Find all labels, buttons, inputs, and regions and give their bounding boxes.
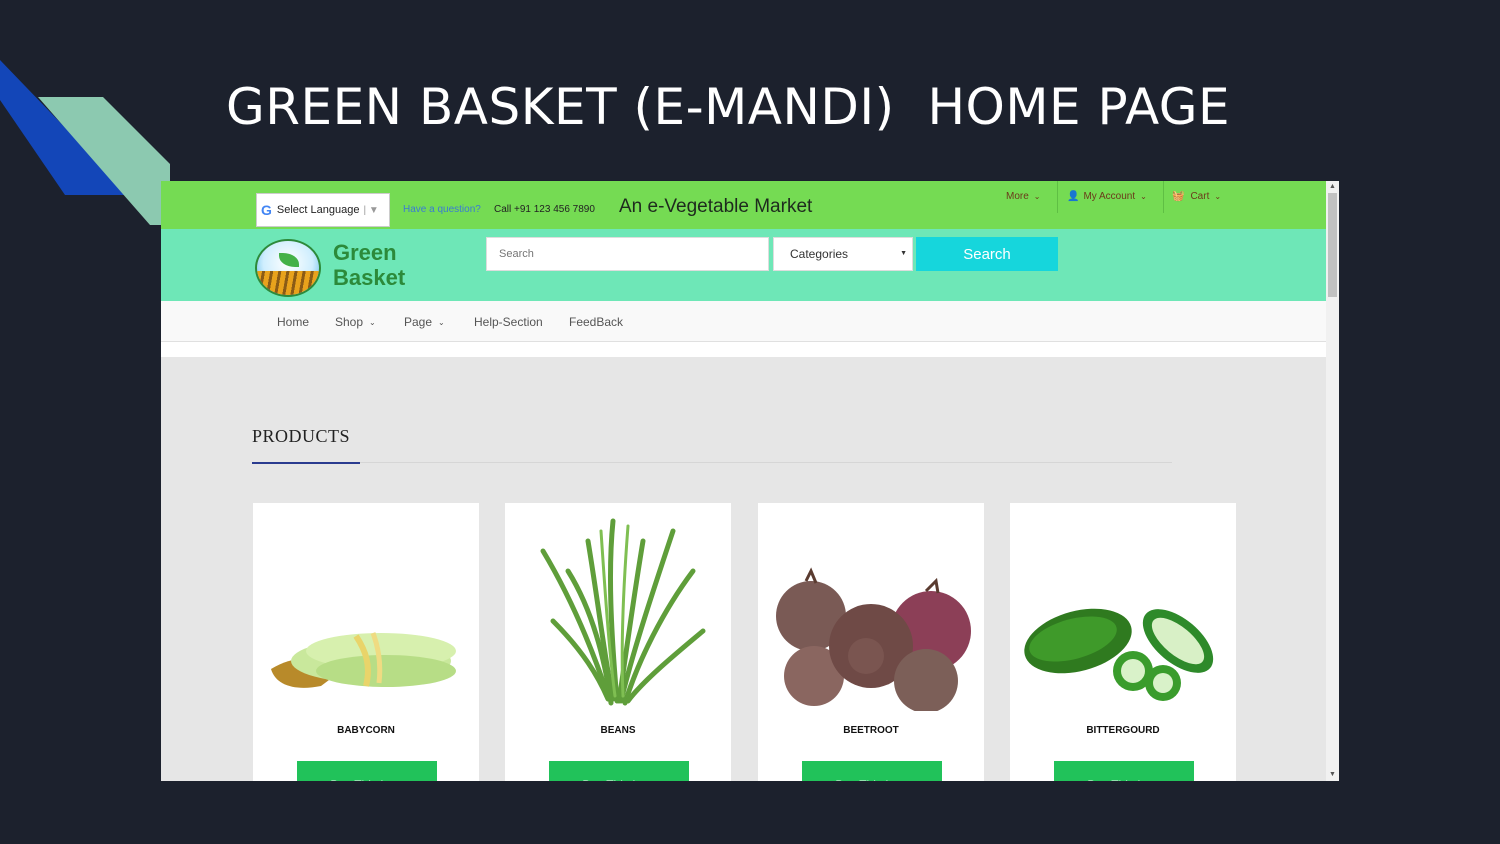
- product-card-beetroot[interactable]: BEETROOT Buy This Item: [758, 503, 984, 781]
- menu-my-account-label: My Account: [1083, 191, 1136, 202]
- product-name: BEETROOT: [843, 725, 899, 736]
- product-name: BABYCORN: [337, 725, 395, 736]
- menu-more[interactable]: More ⌄: [1006, 191, 1041, 202]
- chevron-down-icon: ⌄: [369, 317, 376, 327]
- nav-shop[interactable]: Shop ⌄: [335, 315, 376, 329]
- product-card-bittergourd[interactable]: BITTERGOURD Buy This Item: [1010, 503, 1236, 781]
- chevron-down-icon: ⌄: [1033, 192, 1041, 201]
- menu-my-account[interactable]: 👤 My Account ⌄: [1067, 191, 1147, 202]
- basket-icon: 🧺: [1172, 191, 1185, 202]
- products-heading: PRODUCTS: [252, 426, 351, 446]
- buy-item-button[interactable]: Buy This Item: [549, 761, 689, 781]
- main-nav: Home Shop ⌄ Page ⌄ Help-Section FeedBack: [161, 301, 1326, 342]
- bittergourd-image: [1024, 608, 1214, 701]
- logo-line-green: Green: [333, 240, 397, 265]
- logo-icon[interactable]: [255, 239, 321, 297]
- language-label: Select Language: [276, 204, 360, 216]
- top-bar: G Select Language | ▼ Have a question? C…: [161, 181, 1326, 229]
- nav-feedback[interactable]: FeedBack: [569, 315, 623, 329]
- nav-help-section[interactable]: Help-Section: [474, 315, 543, 329]
- product-card-beans[interactable]: BEANS Buy This Item: [505, 503, 731, 781]
- logo-line-basket: Basket: [333, 265, 406, 290]
- menu-cart[interactable]: 🧺 Cart ⌄: [1172, 191, 1221, 202]
- question-link[interactable]: Have a question?: [403, 204, 481, 215]
- search-input[interactable]: [486, 237, 769, 271]
- menu-more-label: More: [1006, 191, 1029, 202]
- browser-screenshot: G Select Language | ▼ Have a question? C…: [161, 181, 1339, 781]
- dropdown-arrow-icon: ▼: [900, 250, 907, 257]
- beans-image: [540, 518, 706, 706]
- menu-divider: [1057, 181, 1058, 213]
- buy-item-button[interactable]: Buy This Item: [297, 761, 437, 781]
- chevron-down-icon: ⌄: [438, 317, 445, 327]
- babycorn-image: [271, 632, 456, 688]
- product-name: BITTERGOURD: [1086, 725, 1160, 736]
- beetroot-image: [776, 567, 971, 711]
- nav-home[interactable]: Home: [277, 315, 309, 329]
- heading-accent-bar: [252, 462, 360, 464]
- product-card-babycorn[interactable]: BABYCORN Buy This Item: [253, 503, 479, 781]
- chevron-down-icon: ⌄: [1140, 192, 1147, 201]
- buy-item-button[interactable]: Buy This Item: [1054, 761, 1194, 781]
- search-button[interactable]: Search: [916, 237, 1058, 271]
- chevron-down-icon: ⌄: [1214, 192, 1222, 201]
- site-header: Green Basket Categories ▼ Search: [161, 229, 1326, 301]
- scroll-down-icon[interactable]: ▼: [1326, 769, 1339, 781]
- product-name: BEANS: [600, 725, 636, 736]
- menu-cart-label: Cart: [1190, 191, 1210, 202]
- google-icon: G: [261, 202, 272, 218]
- dropdown-arrow-icon: | ▼: [363, 204, 379, 216]
- scroll-up-icon[interactable]: ▲: [1326, 181, 1339, 193]
- nav-page[interactable]: Page ⌄: [404, 315, 445, 329]
- language-selector[interactable]: G Select Language | ▼: [256, 193, 390, 227]
- nav-page-label: Page: [404, 315, 433, 329]
- nav-feedback-label: FeedBack: [569, 315, 624, 329]
- categories-label: Categories: [790, 247, 849, 261]
- user-icon: 👤: [1067, 191, 1080, 202]
- decorative-stripes: [0, 60, 170, 225]
- buy-item-button[interactable]: Buy This Item: [802, 761, 942, 781]
- slide-title: GREEN BASKET (E-MANDI) HOME PAGE: [226, 78, 1231, 136]
- phone-number: Call +91 123 456 7890: [494, 204, 595, 215]
- nav-help-label: Help-Section: [474, 315, 543, 329]
- heading-underline: [252, 462, 1172, 463]
- categories-select[interactable]: Categories ▼: [773, 237, 913, 271]
- logo-text[interactable]: Green Basket: [333, 240, 405, 290]
- tagline: An e-Vegetable Market: [619, 196, 813, 217]
- nav-home-label: Home: [277, 315, 310, 329]
- nav-shop-label: Shop: [335, 315, 364, 329]
- divider-strip: [161, 342, 1326, 357]
- menu-divider: [1163, 181, 1164, 213]
- vertical-scrollbar[interactable]: ▲ ▼: [1326, 181, 1339, 781]
- scroll-thumb[interactable]: [1328, 193, 1337, 297]
